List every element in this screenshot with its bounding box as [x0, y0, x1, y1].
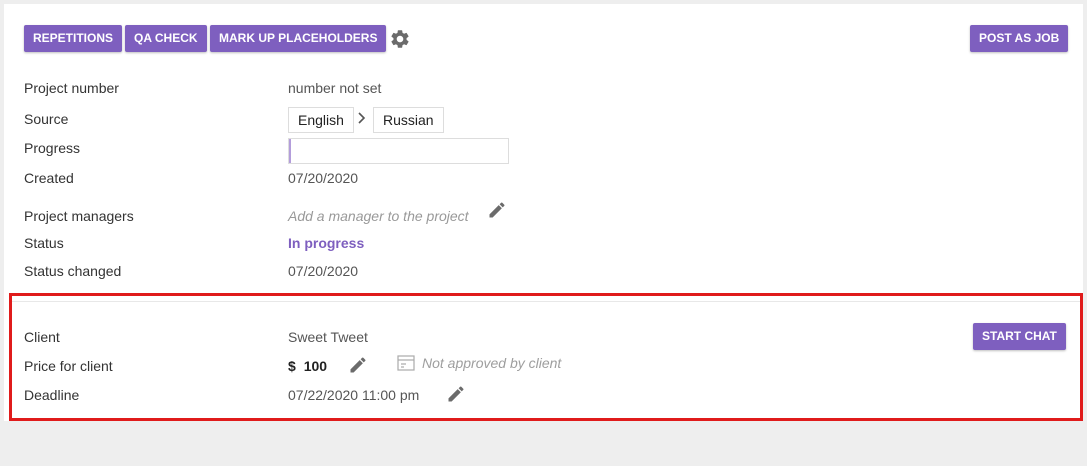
deadline-value: 07/22/2020 11:00 pm [288, 387, 420, 403]
status-label: Status [24, 235, 64, 251]
client-label: Client [24, 329, 60, 345]
price-for-client-label: Price for client [24, 358, 113, 374]
status-value: In progress [288, 235, 365, 251]
approval-status: Not approved by client [397, 355, 561, 371]
mark-up-placeholders-button[interactable]: MARK UP PLACEHOLDERS [210, 25, 387, 52]
repetitions-button[interactable]: REPETITIONS [24, 25, 123, 52]
source-language-chip[interactable]: English [288, 107, 354, 133]
target-language-chip[interactable]: Russian [373, 107, 444, 133]
post-as-job-button[interactable]: POST AS JOB [970, 25, 1069, 52]
qa-check-button[interactable]: QA CHECK [125, 25, 207, 52]
section-divider [12, 301, 1080, 302]
chevron-right-icon [358, 112, 366, 124]
edit-managers-pencil-icon[interactable] [487, 200, 507, 220]
project-managers-placeholder: Add a manager to the project [288, 208, 469, 224]
client-value: Sweet Tweet [288, 329, 368, 345]
status-changed-value: 07/20/2020 [288, 263, 359, 279]
project-managers-label: Project managers [24, 208, 134, 224]
project-number-label: Project number [24, 80, 119, 96]
edit-deadline-pencil-icon[interactable] [446, 384, 466, 404]
created-value: 07/20/2020 [288, 170, 359, 186]
progress-label: Progress [24, 140, 81, 156]
progress-bar-fill [289, 139, 291, 163]
source-label: Source [24, 111, 69, 127]
created-label: Created [24, 170, 74, 186]
edit-price-pencil-icon[interactable] [348, 355, 368, 375]
gear-icon[interactable] [389, 28, 411, 50]
project-number-value: number not set [288, 80, 382, 96]
approval-text: Not approved by client [422, 355, 562, 371]
start-chat-button[interactable]: START CHAT [973, 323, 1066, 350]
status-changed-label: Status changed [24, 263, 122, 279]
progress-bar [288, 138, 509, 164]
invoice-icon [397, 355, 415, 371]
price-currency: $ [288, 358, 296, 374]
price-value: $ 100 [288, 357, 327, 375]
deadline-label: Deadline [24, 387, 80, 403]
price-amount: 100 [303, 358, 328, 374]
